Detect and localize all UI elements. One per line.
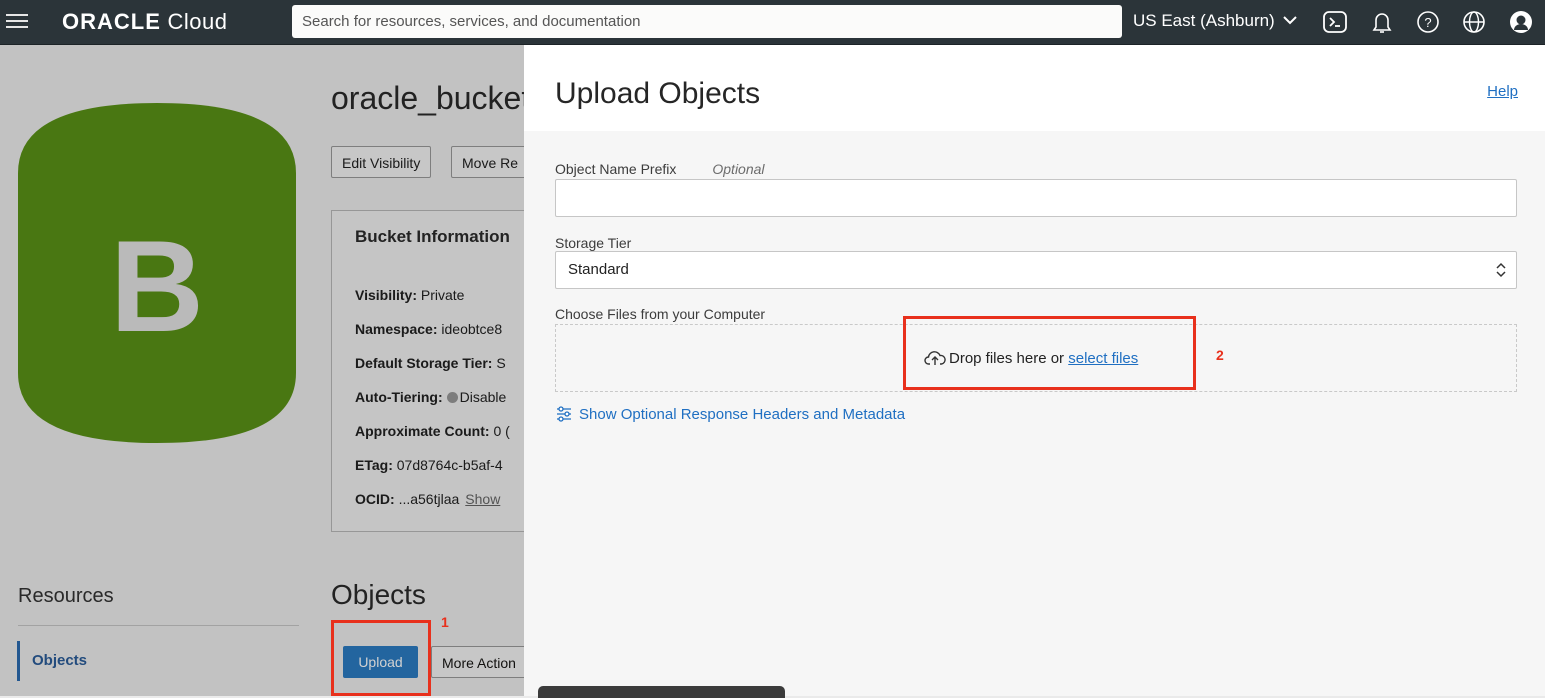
annotation-box-1: [331, 620, 431, 696]
user-icon[interactable]: [1508, 9, 1534, 35]
menu-icon[interactable]: [6, 10, 28, 32]
search-input[interactable]: Search for resources, services, and docu…: [292, 5, 1122, 38]
choose-files-label: Choose Files from your Computer: [555, 306, 766, 322]
panel-title: Upload Objects: [555, 77, 761, 110]
region-label: US East (Ashburn): [1133, 11, 1275, 30]
sliders-icon: [557, 406, 571, 422]
annotation-number-1: 1: [441, 614, 449, 630]
help-link[interactable]: Help: [1487, 83, 1518, 100]
panel-header: Upload Objects Help: [524, 45, 1545, 131]
storage-tier-select[interactable]: Standard: [555, 251, 1517, 289]
modal-overlay[interactable]: [0, 45, 524, 696]
region-selector[interactable]: US East (Ashburn): [1133, 11, 1298, 31]
tooltip-popup: [538, 686, 785, 698]
cloud-shell-icon[interactable]: [1322, 9, 1348, 35]
storage-tier-value: Standard: [568, 261, 629, 278]
annotation-number-2: 2: [1216, 347, 1224, 363]
bell-icon[interactable]: [1369, 9, 1395, 35]
oracle-cloud-logo[interactable]: ORACLE Cloud: [62, 9, 228, 35]
globe-icon[interactable]: [1461, 9, 1487, 35]
annotation-box-2: [903, 316, 1196, 390]
object-name-prefix-label: Object Name Prefix Optional: [555, 161, 765, 177]
object-name-prefix-input[interactable]: [555, 179, 1517, 217]
optional-hint: Optional: [712, 161, 765, 177]
storage-tier-label: Storage Tier: [555, 235, 632, 251]
help-icon[interactable]: ?: [1415, 9, 1441, 35]
show-optional-headers-link[interactable]: Show Optional Response Headers and Metad…: [555, 405, 905, 423]
chevron-down-icon: [1283, 16, 1298, 25]
svg-text:?: ?: [1424, 15, 1431, 30]
select-arrows-icon: [1496, 262, 1506, 278]
top-navigation-bar: ORACLE Cloud Search for resources, servi…: [0, 0, 1545, 45]
